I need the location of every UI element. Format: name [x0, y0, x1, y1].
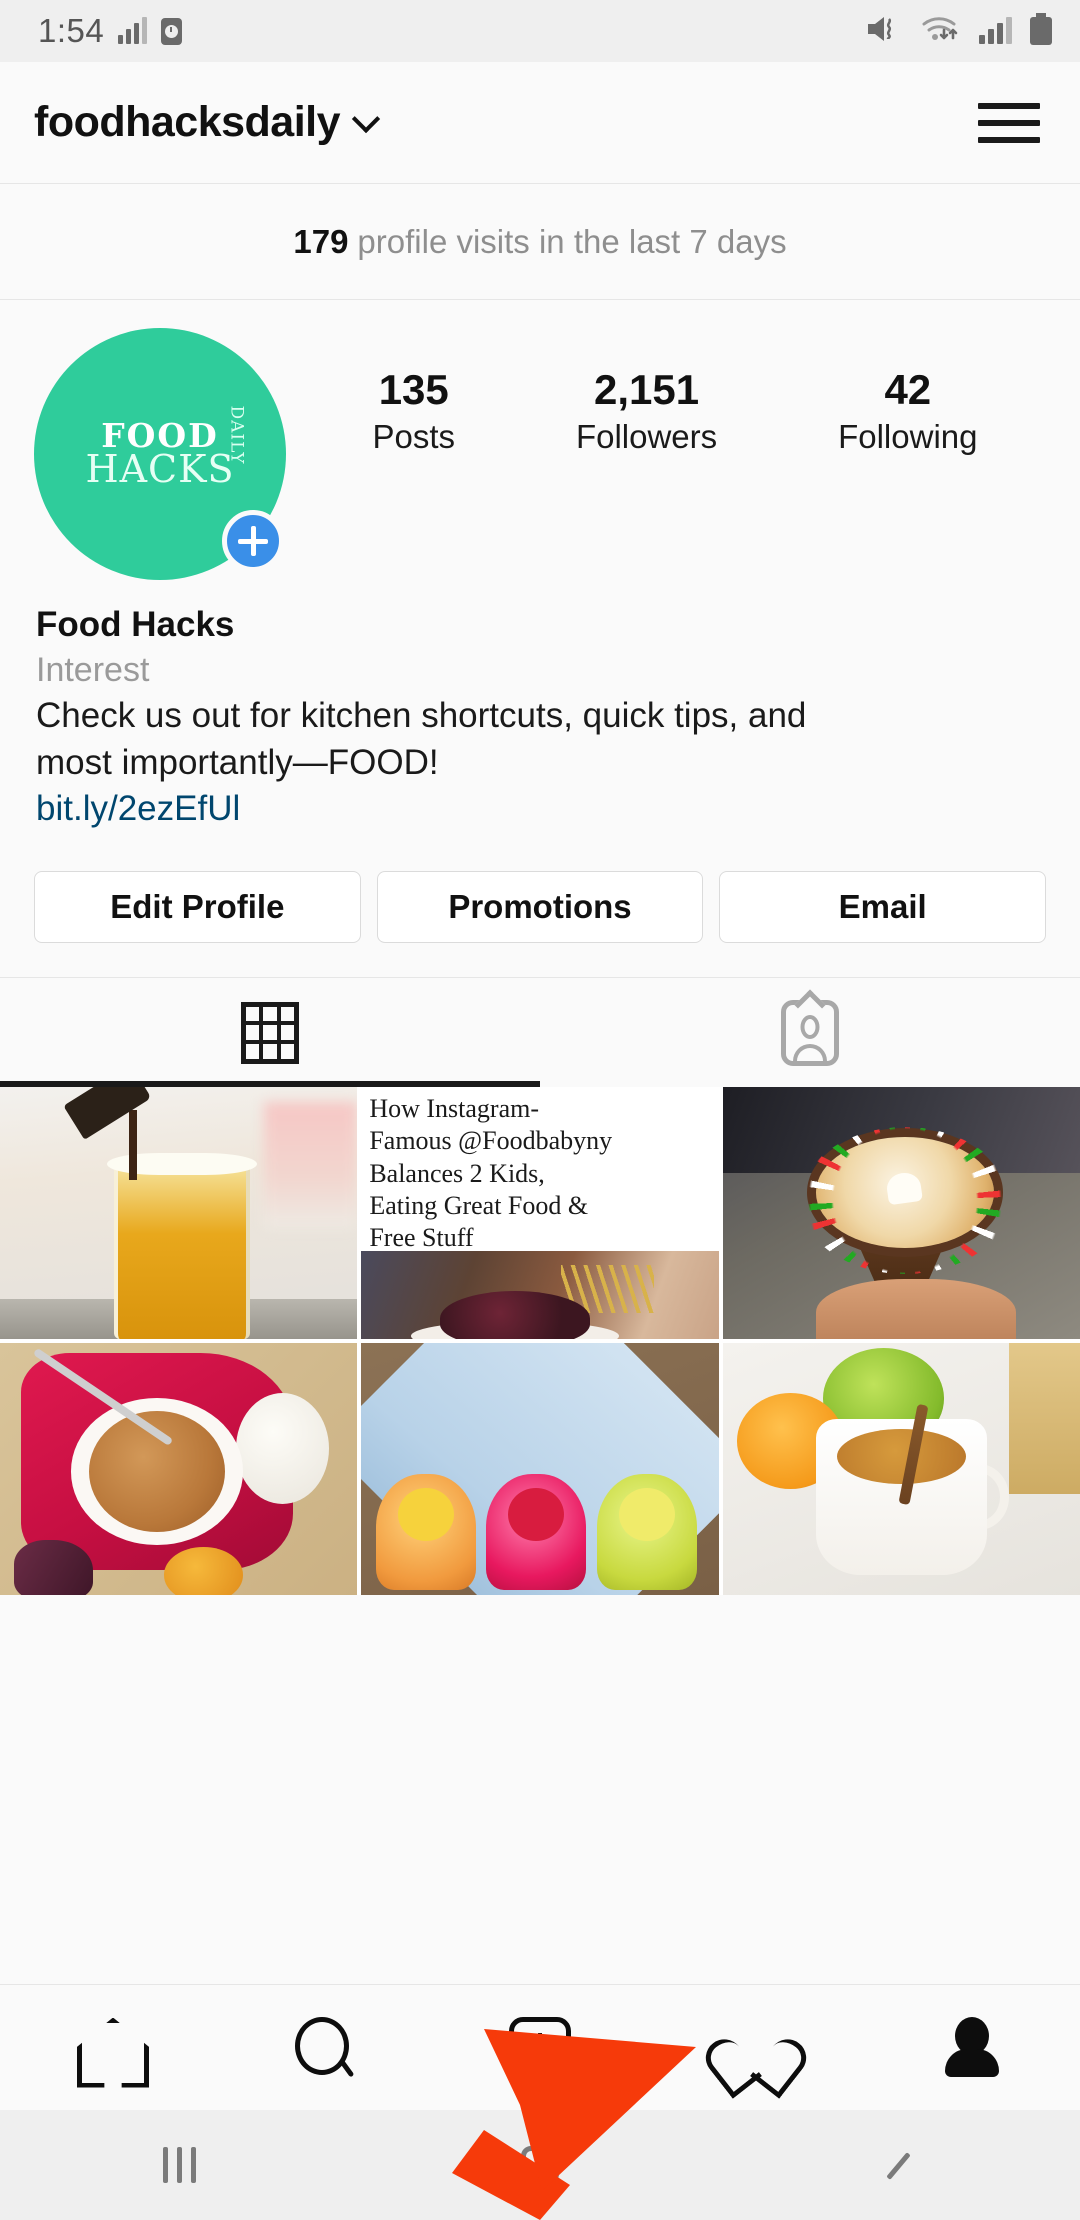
status-bar: 1:54	[0, 0, 1080, 62]
avatar-logo: FOOD HACKS DAILY	[70, 405, 250, 491]
profile-visits-banner[interactable]: 179 profile visits in the last 7 days	[0, 184, 1080, 300]
bio-category: Interest	[36, 650, 150, 689]
profile-section: FOOD HACKS DAILY 135 Posts 2,151 Followe…	[0, 300, 1080, 978]
bottom-navigation-bar	[0, 1984, 1080, 2110]
avatar-logo-line3: DAILY	[226, 405, 247, 465]
post-thumbnail[interactable]: How Instagram- Famous @Foodbabyny Balanc…	[361, 1087, 719, 1340]
article-title-line5: Free Stuff	[369, 1222, 474, 1252]
article-card-title: How Instagram- Famous @Foodbabyny Balanc…	[369, 1093, 712, 1254]
profile-bio: Food Hacks Interest Check us out for kit…	[34, 580, 1046, 833]
heart-icon	[724, 2018, 788, 2078]
page-title: foodhacksdaily	[34, 98, 341, 146]
profile-header: foodhacksdaily	[0, 62, 1080, 184]
android-system-nav	[0, 2110, 1080, 2220]
nav-new-post[interactable]	[480, 2000, 600, 2096]
post-thumbnail[interactable]	[722, 1087, 1080, 1340]
search-icon	[293, 2016, 355, 2079]
profile-action-buttons: Edit Profile Promotions Email	[34, 833, 1047, 977]
battery-icon	[1028, 12, 1054, 51]
recents-icon[interactable]	[162, 2147, 196, 2183]
home-square-icon[interactable]	[520, 2146, 559, 2184]
stat-label: Followers	[575, 418, 718, 456]
nav-search[interactable]	[264, 2000, 384, 2096]
email-button[interactable]: Email	[719, 871, 1047, 944]
avatar[interactable]: FOOD HACKS DAILY	[34, 328, 286, 580]
person-icon	[943, 2017, 1001, 2079]
stat-following[interactable]: 42 Following	[838, 366, 977, 456]
instagram-profile-screen: 1:54 foodhacksdaily 179 profile visits i…	[0, 0, 1080, 2220]
stat-value: 2,151	[594, 366, 700, 413]
bio-display-name: Food Hacks	[36, 605, 235, 644]
post-thumbnail[interactable]	[361, 1343, 719, 1596]
profile-stats: 135 Posts 2,151 Followers 42 Following	[286, 328, 1046, 456]
signal-bars-icon	[979, 17, 1012, 44]
stat-label: Following	[838, 418, 978, 456]
stat-label: Posts	[372, 418, 456, 456]
grid-icon	[241, 1001, 299, 1064]
profile-visits-count: 179	[293, 222, 349, 260]
alarm-icon	[161, 17, 183, 45]
plus-square-icon	[509, 2016, 571, 2079]
promotions-button[interactable]: Promotions	[376, 871, 704, 944]
post-thumbnail[interactable]	[0, 1343, 358, 1596]
tab-tagged[interactable]	[540, 978, 1080, 1087]
stat-value: 42	[884, 366, 932, 413]
back-icon[interactable]	[884, 2148, 918, 2182]
post-grid: How Instagram- Famous @Foodbabyny Balanc…	[0, 1087, 1080, 1596]
hamburger-menu-icon[interactable]	[976, 97, 1042, 149]
nav-profile[interactable]	[912, 2000, 1032, 2096]
post-thumbnail[interactable]	[0, 1087, 358, 1340]
article-card-photo	[361, 1250, 719, 1340]
status-bar-left: 1:54	[38, 12, 183, 50]
avatar-logo-line2: HACKS	[85, 446, 235, 491]
signal-bars-icon	[118, 17, 148, 44]
nav-home[interactable]	[48, 2000, 168, 2096]
bio-description-line2: most importantly—FOOD!	[36, 742, 439, 782]
tab-grid[interactable]	[0, 978, 540, 1087]
profile-top-row: FOOD HACKS DAILY 135 Posts 2,151 Followe…	[34, 328, 1046, 580]
profile-tabs	[0, 977, 1080, 1088]
nav-activity[interactable]	[696, 2000, 816, 2096]
plus-icon[interactable]	[222, 510, 284, 572]
home-icon	[77, 2018, 139, 2078]
wifi-icon	[921, 13, 963, 50]
bio-description-line1: Check us out for kitchen shortcuts, quic…	[36, 696, 807, 736]
tagged-person-icon	[781, 999, 839, 1066]
edit-profile-button[interactable]: Edit Profile	[34, 871, 361, 944]
profile-visits-label: profile visits in the last 7 days	[357, 222, 787, 260]
mute-vibrate-icon	[865, 13, 905, 50]
chevron-down-icon[interactable]	[351, 104, 381, 133]
article-title-line3: Balances 2 Kids,	[369, 1158, 545, 1188]
stat-value: 135	[378, 366, 449, 413]
article-title-line2: Famous @Foodbabyny	[369, 1126, 613, 1156]
article-title-line1: How Instagram-	[369, 1094, 540, 1124]
stat-posts[interactable]: 135 Posts	[372, 366, 455, 456]
post-thumbnail[interactable]	[722, 1343, 1080, 1596]
status-bar-right	[865, 12, 1054, 51]
article-title-line4: Eating Great Food &	[369, 1190, 589, 1220]
clock: 1:54	[38, 12, 105, 49]
bio-link[interactable]: bit.ly/2ezEfUl	[36, 786, 1044, 833]
username-dropdown[interactable]: foodhacksdaily	[34, 98, 381, 147]
stat-followers[interactable]: 2,151 Followers	[576, 366, 717, 456]
